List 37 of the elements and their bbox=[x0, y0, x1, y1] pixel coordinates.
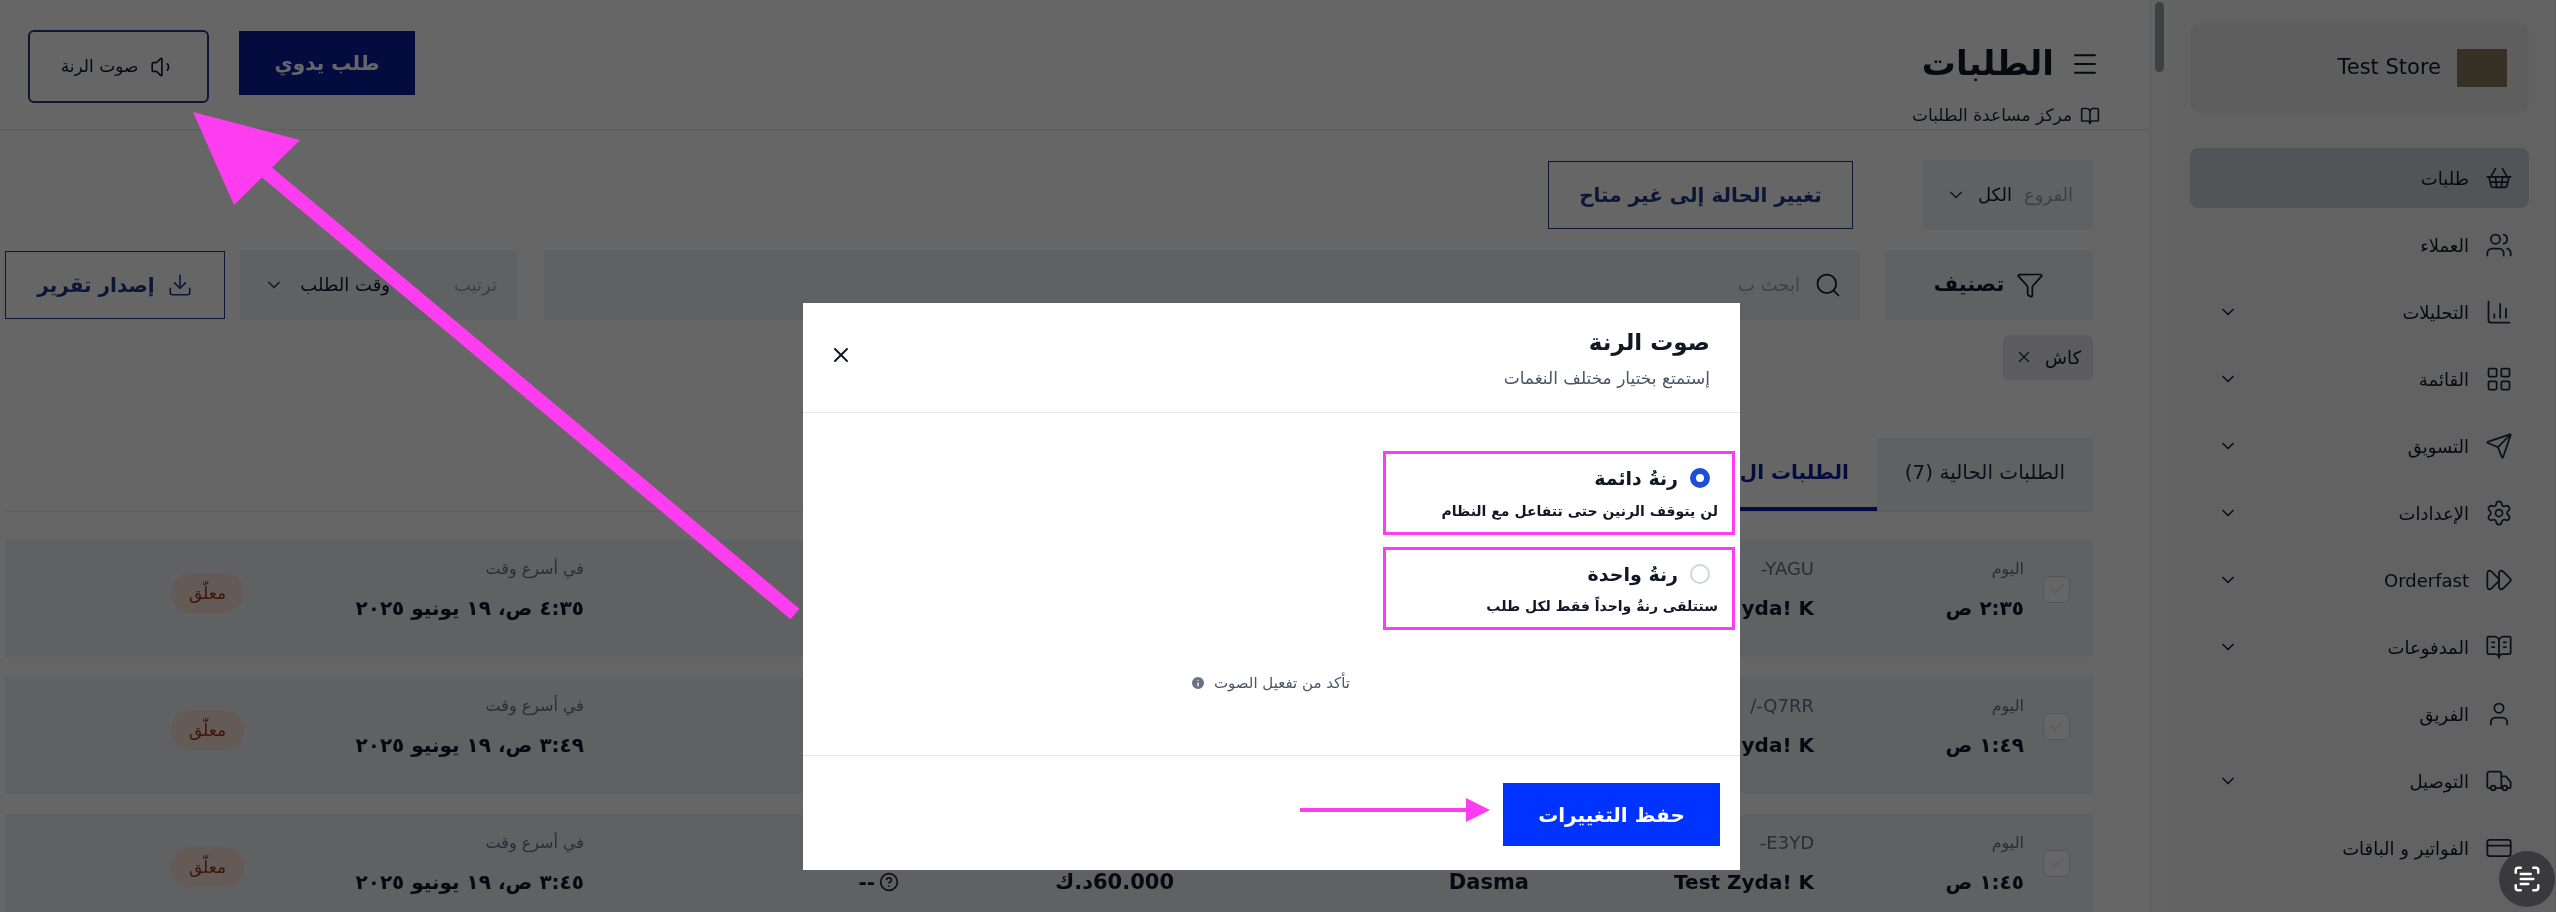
sidebar-label: Orderfast bbox=[2384, 568, 2469, 593]
sidebar-label: العملاء bbox=[2420, 233, 2469, 258]
option-title: رنةُ واحدة bbox=[1587, 561, 1678, 588]
store-name: Test Store bbox=[2337, 54, 2441, 82]
sidebar-label: الفريق bbox=[2419, 702, 2469, 728]
customer-name: yda! K bbox=[1741, 731, 1814, 759]
payment-method: -- bbox=[858, 868, 875, 896]
page-title: الطلبات bbox=[1921, 42, 2054, 85]
scheduled-time: ٣:٤٥ ص، ١٩ يونيو ٢٠٢٥ bbox=[354, 868, 584, 896]
branch-value: الكل bbox=[1977, 183, 2013, 207]
chip-label: كاش bbox=[2044, 345, 2081, 370]
option-title: رنةُ دائمة bbox=[1594, 466, 1678, 492]
sound-note: تأكد من تفعيل الصوت bbox=[1213, 672, 1350, 694]
sidebar-label: التوصيل bbox=[2409, 769, 2469, 795]
scheduled-time: ٣:٤٩ ص، ١٩ يونيو ٢٠٢٥ bbox=[354, 731, 584, 759]
status-badge: معلّق bbox=[170, 572, 244, 613]
order-time: ٢:٣٥ ص bbox=[1944, 594, 2024, 622]
status-badge: معلّق bbox=[170, 846, 244, 887]
order-amount: 60.000د.ك bbox=[1054, 868, 1174, 896]
customer-name: yda! K bbox=[1741, 594, 1814, 622]
customer-name: Test Zyda! K bbox=[1674, 868, 1814, 896]
sidebar-label: طلبات bbox=[2420, 166, 2469, 191]
sidebar-label: التحليلات bbox=[2402, 300, 2469, 325]
sidebar-label: الفواتير و الباقات bbox=[2342, 836, 2469, 862]
sidebar-label: التسويق bbox=[2407, 434, 2469, 460]
sort-value: وقت الطلب bbox=[300, 273, 390, 298]
order-time: ١:٤٩ ص bbox=[1944, 731, 2024, 759]
sidebar-label: المدفوعات bbox=[2387, 635, 2469, 661]
order-time: ١:٤٥ ص bbox=[1944, 868, 2024, 896]
scheduled-time: ٤:٣٥ ص، ١٩ يونيو ٢٠٢٥ bbox=[354, 594, 584, 622]
option-description: ستتلقى رنةُ واحداً فقط لكل طلب bbox=[1485, 596, 1718, 617]
sidebar-label: القائمة bbox=[2418, 367, 2469, 392]
delivery-area: Dasma bbox=[1448, 867, 1529, 896]
status-badge: معلّق bbox=[170, 709, 244, 750]
sidebar-label: الإعدادات bbox=[2398, 501, 2469, 526]
dialog-subtitle: إستمتع بختيار مختلف النغمات bbox=[1503, 366, 1710, 391]
dialog-title: صوت الرنة bbox=[1587, 328, 1710, 358]
